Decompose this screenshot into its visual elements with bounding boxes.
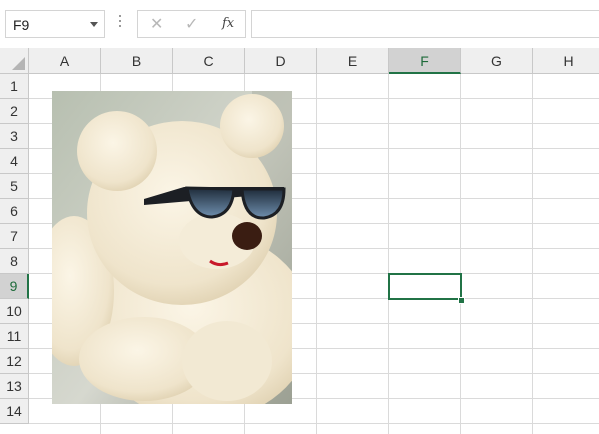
row-header-3[interactable]: 3 [0,124,29,149]
formula-buttons: ✕ ✓ fx [137,10,246,38]
select-all-button[interactable] [0,48,29,74]
column-header-A[interactable]: A [29,48,101,74]
gridline-horizontal [29,423,599,424]
row-header-11[interactable]: 11 [0,324,29,349]
enter-icon[interactable]: ✓ [185,14,198,34]
active-cell-F9[interactable] [388,273,462,300]
cancel-icon[interactable]: ✕ [150,14,163,34]
column-header-H[interactable]: H [533,48,599,74]
formula-input[interactable] [251,10,599,38]
teddy-bear-image [52,91,292,404]
gridline-vertical [316,74,317,434]
column-header-C[interactable]: C [173,48,245,74]
row-header-14[interactable]: 14 [0,399,29,424]
row-header-12[interactable]: 12 [0,349,29,374]
gridline-vertical [388,74,389,434]
row-header-13[interactable]: 13 [0,374,29,399]
formula-bar: F9 ✕ ✓ fx [0,0,599,48]
row-header-7[interactable]: 7 [0,224,29,249]
row-header-9[interactable]: 9 [0,274,29,299]
row-header-6[interactable]: 6 [0,199,29,224]
row-header-1[interactable]: 1 [0,74,29,99]
fill-handle[interactable] [458,297,465,304]
insert-function-icon[interactable]: fx [222,16,234,31]
row-header-8[interactable]: 8 [0,249,29,274]
column-header-D[interactable]: D [245,48,317,74]
row-header-5[interactable]: 5 [0,174,29,199]
gridline-vertical [460,74,461,434]
name-box-value: F9 [13,17,30,33]
column-header-B[interactable]: B [101,48,173,74]
row-header-10[interactable]: 10 [0,299,29,324]
column-header-G[interactable]: G [461,48,533,74]
column-header-F[interactable]: F [389,48,461,74]
row-header-4[interactable]: 4 [0,149,29,174]
chevron-down-icon[interactable] [90,22,98,27]
name-box[interactable]: F9 [5,10,105,38]
gridline-vertical [532,74,533,434]
row-header-2[interactable]: 2 [0,99,29,124]
teddy-bear-picture[interactable] [52,91,292,404]
grip-dots-icon[interactable] [119,15,122,31]
select-all-icon [12,57,25,70]
column-header-E[interactable]: E [317,48,389,74]
